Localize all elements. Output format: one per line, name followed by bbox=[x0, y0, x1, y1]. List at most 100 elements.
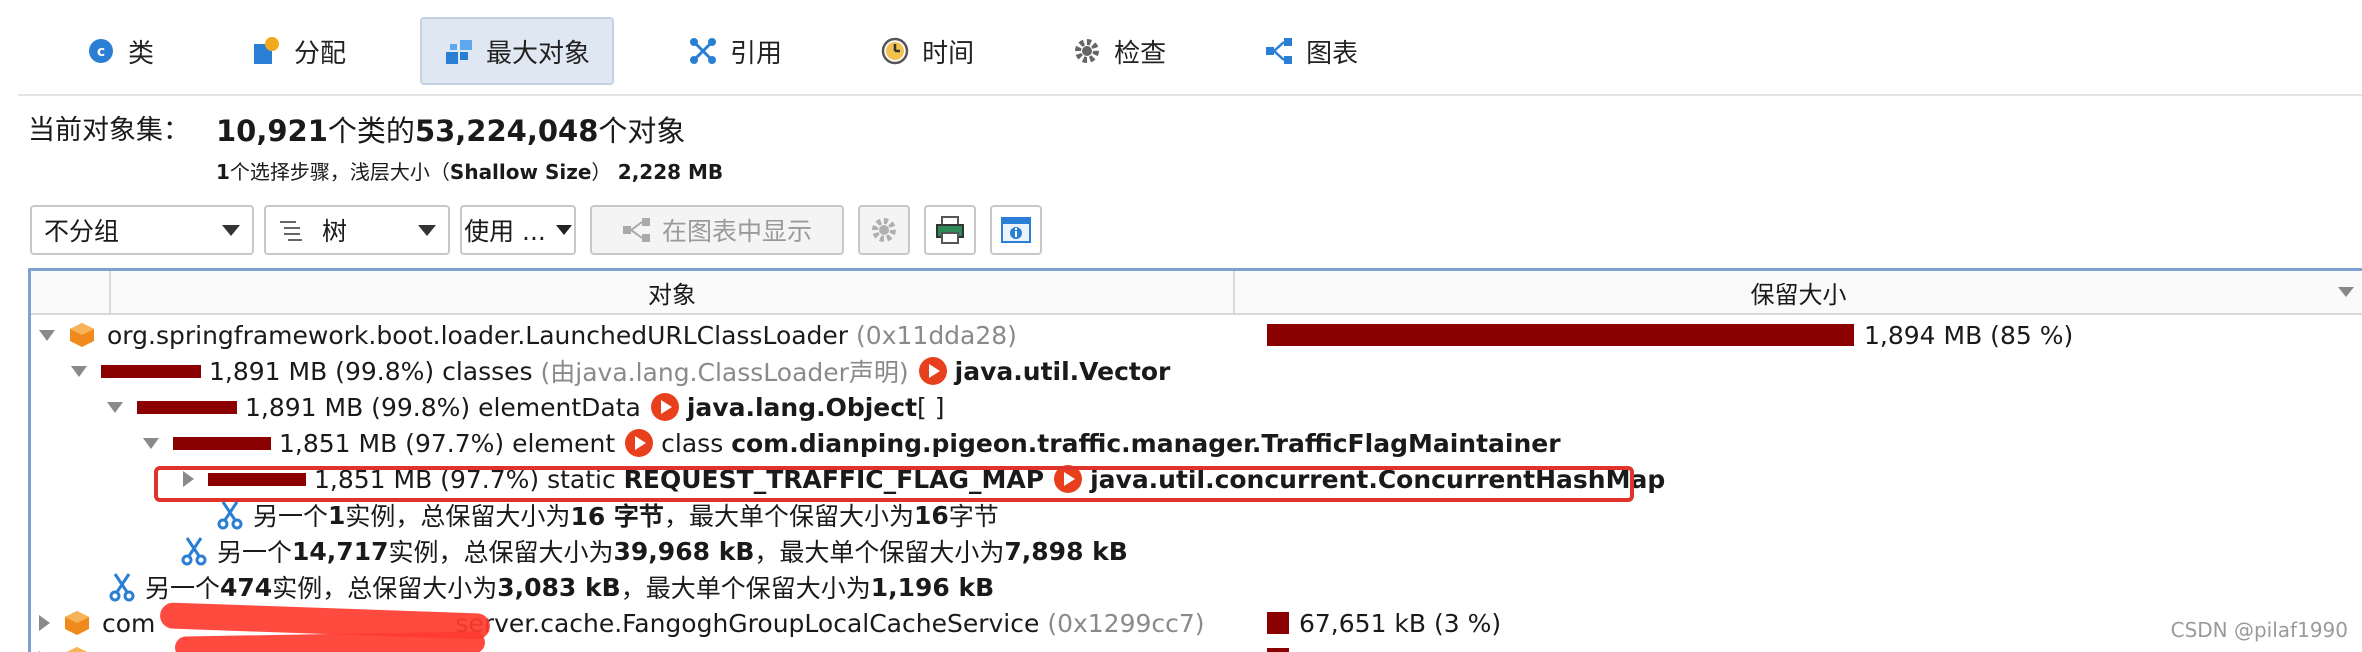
chevron-down-icon bbox=[222, 224, 240, 236]
tab-graph[interactable]: 图表 bbox=[1240, 17, 1382, 85]
table-row[interactable]: 另一个 14,717 实例，总保留大小为 39,968 kB ，最大单个保留大小为 7,8… bbox=[31, 533, 2362, 569]
summary-text: 实例，总保留大小为 bbox=[388, 538, 614, 567]
sort-descending-icon bbox=[2338, 287, 2354, 297]
retained-cell: 1,894 MB (85 %) bbox=[1267, 317, 2073, 353]
declared-by: (由java.lang.ClassLoader声明) bbox=[540, 358, 909, 387]
tab-label: 时间 bbox=[922, 38, 975, 69]
table-row[interactable]: 另一个 1 实例，总保留大小为 16 字节 ，最大单个保留大小为 16 字节 bbox=[31, 497, 2362, 533]
view-mode-select[interactable]: 树 bbox=[264, 205, 450, 255]
tab-label: 类 bbox=[128, 38, 155, 69]
objects-count: 53,224,048 bbox=[414, 114, 599, 148]
object-name-suffix: server.cache.FangoghGroupLocalCacheServi… bbox=[455, 608, 1040, 638]
show-in-graph-button[interactable]: 在图表中显示 bbox=[590, 205, 844, 255]
retained-cell: 67,651 kB (3 %) bbox=[1267, 605, 1501, 641]
column-header-object[interactable]: 对象 bbox=[111, 271, 1235, 313]
allocation-icon bbox=[252, 36, 282, 66]
summary-text: 另一个 bbox=[217, 538, 293, 567]
use-button[interactable]: 使用 ... bbox=[460, 205, 576, 255]
size-bar bbox=[101, 364, 201, 378]
retained-size-value: 67,651 kB (3 %) bbox=[1299, 608, 1502, 638]
summary-text: ，最大单个保留大小为 bbox=[620, 574, 871, 603]
objects-word: 个对象 bbox=[598, 114, 686, 148]
objset-subtitle: 1个选择步骤，浅层大小（Shallow Size） 2,228 MB bbox=[216, 156, 723, 185]
expand-toggle-icon[interactable] bbox=[143, 437, 159, 449]
reference-size: 1,891 MB (99.8%) bbox=[245, 392, 471, 422]
table-row[interactable]: 另一个 474 实例，总保留大小为 3,083 kB ，最大单个保留大小为 1,196 k… bbox=[31, 569, 2362, 605]
expand-toggle-icon[interactable] bbox=[71, 365, 87, 377]
tree-cell: org.springframework.boot.loader.Launched… bbox=[39, 317, 1017, 353]
view-tabs: c 类 分配 最大对象 引用 时间 检查 图表 bbox=[18, 8, 2362, 96]
chevron-down-icon bbox=[418, 224, 436, 236]
array-suffix: [ ] bbox=[917, 392, 945, 422]
svg-text:c: c bbox=[97, 44, 105, 60]
max-retained: 1,196 kB bbox=[870, 572, 995, 602]
retained-size-bar bbox=[1267, 612, 1289, 634]
scissors-icon bbox=[217, 501, 243, 530]
tab-allocation[interactable]: 分配 bbox=[228, 17, 370, 85]
classes-word: 个类的 bbox=[327, 114, 415, 148]
expand-toggle-icon[interactable] bbox=[39, 329, 55, 341]
shallow-size-value: 2,228 MB bbox=[617, 160, 724, 184]
tree-icon bbox=[280, 221, 302, 241]
table-row[interactable]: 1,891 MB (99.8%) classes (由java.lang.Cla… bbox=[31, 353, 2362, 389]
table-row[interactable]: 1,891 MB (99.8%) elementData java.lang.O… bbox=[31, 389, 2362, 425]
export-button[interactable] bbox=[924, 205, 976, 255]
field-name: elementData bbox=[478, 392, 641, 422]
annotation-highlight-box bbox=[154, 466, 1634, 502]
tab-label: 分配 bbox=[294, 38, 347, 69]
grouping-select-value: 不分组 bbox=[44, 217, 120, 246]
tree-cell: 1,851 MB (97.7%) element class com.dianp… bbox=[143, 425, 1561, 461]
table-row[interactable]: org.springframework.boot.loader.Launched… bbox=[31, 317, 2362, 353]
tab-biggest-objects[interactable]: 最大对象 bbox=[420, 17, 615, 85]
target-class: java.util.Vector bbox=[954, 356, 1171, 386]
field-name: classes bbox=[442, 356, 533, 386]
graph-icon bbox=[622, 218, 650, 242]
summary-text: 字节 bbox=[948, 502, 999, 531]
grouping-select[interactable]: 不分组 bbox=[30, 205, 254, 255]
retained-size-bar bbox=[1267, 648, 1289, 652]
reference-arrow-icon bbox=[625, 429, 654, 457]
printer-icon bbox=[936, 216, 964, 244]
shallow-size-label: Shallow Size bbox=[449, 160, 592, 184]
classes-count: 10,921 bbox=[216, 114, 328, 148]
tab-classes[interactable]: c 类 bbox=[62, 17, 178, 85]
reference-kind: class bbox=[661, 428, 724, 458]
table-row[interactable]: 1,851 MB (97.7%) element class com.dianp… bbox=[31, 425, 2362, 461]
settings-button[interactable] bbox=[858, 205, 910, 255]
size-bar bbox=[137, 400, 237, 414]
object-name: org.springframework.boot.loader.Launched… bbox=[107, 320, 849, 350]
retained-size-bar bbox=[1267, 324, 1854, 346]
total-retained: 3,083 kB bbox=[497, 572, 621, 602]
view-mode-label: 树 bbox=[322, 217, 348, 246]
tab-time[interactable]: 时间 bbox=[856, 17, 998, 85]
tree-cell: 另一个 14,717 实例，总保留大小为 39,968 kB ，最大单个保留大小为 7,8… bbox=[181, 533, 1128, 569]
scissors-icon bbox=[109, 573, 135, 602]
expand-toggle-icon[interactable] bbox=[39, 615, 50, 631]
tab-label: 图表 bbox=[1306, 38, 1359, 69]
object-cube-icon bbox=[70, 323, 94, 347]
class-icon: c bbox=[86, 36, 116, 66]
info-panel-button[interactable] bbox=[990, 205, 1042, 255]
target-class: com.dianping.pigeon.traffic.manager.Traf… bbox=[731, 428, 1561, 458]
summary-text: ，最大单个保留大小为 bbox=[663, 502, 914, 531]
biggest-objects-icon bbox=[444, 36, 474, 66]
retained-cell bbox=[1267, 641, 1299, 652]
summary-text: 另一个 bbox=[145, 574, 221, 603]
tree-cell: 1,891 MB (99.8%) classes (由java.lang.Cla… bbox=[71, 353, 1170, 389]
retained-size-value: 1,894 MB (85 %) bbox=[1864, 320, 2074, 350]
tab-inspection[interactable]: 检查 bbox=[1048, 17, 1190, 85]
summary-text: 实例，总保留大小为 bbox=[272, 574, 498, 603]
summary-text: 实例，总保留大小为 bbox=[345, 502, 571, 531]
show-in-graph-label: 在图表中显示 bbox=[661, 217, 812, 246]
tree-cell bbox=[39, 641, 102, 652]
column-header-retained-size[interactable]: 保留大小 bbox=[1235, 271, 2362, 313]
target-class: java.lang.Object bbox=[686, 392, 918, 422]
tab-references[interactable]: 引用 bbox=[664, 17, 806, 85]
summary-text: 另一个 bbox=[253, 502, 329, 531]
watermark: CSDN @pilaf1990 bbox=[2170, 618, 2348, 642]
size-bar bbox=[173, 436, 271, 450]
table-header: 对象 保留大小 bbox=[31, 271, 2362, 315]
expand-toggle-icon[interactable] bbox=[107, 401, 123, 413]
object-address: (0x11dda28) bbox=[856, 320, 1017, 350]
tab-label: 最大对象 bbox=[486, 38, 591, 69]
